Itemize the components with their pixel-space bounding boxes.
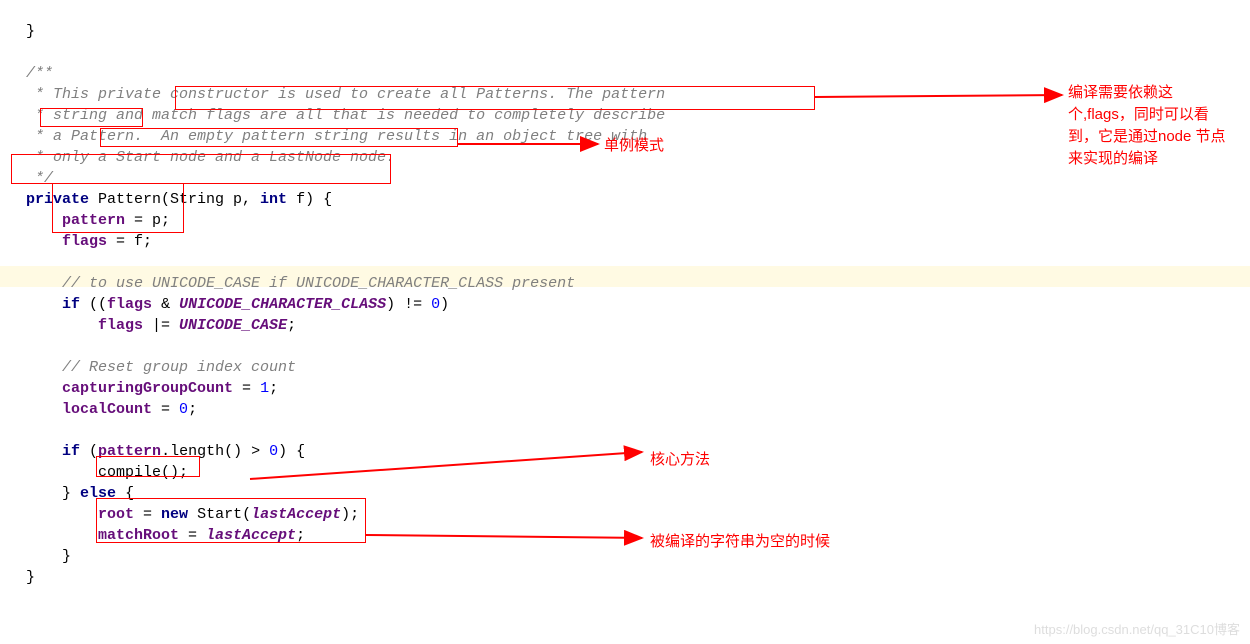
javadoc-line: * This private constructor is used to cr… <box>26 86 665 103</box>
code-line: flags = f; <box>26 233 152 250</box>
code-line: private Pattern(String p, int f) { <box>26 191 332 208</box>
javadoc-line: /** <box>26 65 53 82</box>
code-line: } <box>26 23 35 40</box>
javadoc-line: */ <box>26 170 53 187</box>
annotation-compile-note-label: 编译需要依赖这个,flags，同时可以看到，它是通过node 节点来实现的编译 <box>1068 82 1238 170</box>
annotation-singleton-label: 单例模式 <box>604 135 664 157</box>
code-line: if (pattern.length() > 0) { <box>26 443 305 460</box>
watermark-text: https://blog.csdn.net/qq_31C10博客 <box>1034 619 1240 638</box>
code-line: // Reset group index count <box>26 359 296 376</box>
code-line: capturingGroupCount = 1; <box>26 380 278 397</box>
code-line: matchRoot = lastAccept; <box>26 527 305 544</box>
code-line: if ((flags & UNICODE_CHARACTER_CLASS) !=… <box>26 296 449 313</box>
javadoc-line: * string and match flags are all that is… <box>26 107 665 124</box>
code-line: flags |= UNICODE_CASE; <box>26 317 296 334</box>
code-line: } <box>26 569 35 586</box>
annotation-empty-string-label: 被编译的字符串为空的时候 <box>650 531 830 553</box>
code-line: } else { <box>26 485 134 502</box>
code-line: compile(); <box>26 464 188 481</box>
code-block: } /** * This private constructor is used… <box>0 0 665 588</box>
code-line: } <box>26 548 71 565</box>
code-line: root = new Start(lastAccept); <box>26 506 359 523</box>
javadoc-line: * only a Start node and a LastNode node. <box>26 149 395 166</box>
code-line: // to use UNICODE_CASE if UNICODE_CHARAC… <box>26 275 575 292</box>
javadoc-line: * a Pattern. An empty pattern string res… <box>26 128 647 145</box>
code-line: localCount = 0; <box>26 401 197 418</box>
annotation-core-method-label: 核心方法 <box>650 449 710 471</box>
code-line: pattern = p; <box>26 212 170 229</box>
